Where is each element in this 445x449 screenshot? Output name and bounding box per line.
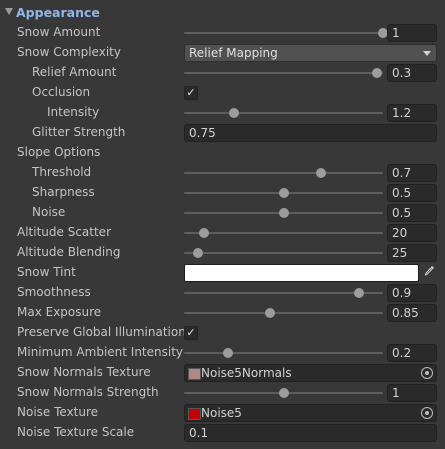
glitter-strength-input[interactable]: 0.75 bbox=[184, 124, 437, 142]
field-label: Snow Tint bbox=[17, 265, 76, 279]
texture-thumbnail bbox=[188, 408, 201, 420]
slider-track[interactable] bbox=[184, 32, 383, 34]
row-snow-normals-texture: Snow Normals Texture Noise5Normals bbox=[0, 363, 445, 383]
snow-amount-input[interactable]: 1 bbox=[387, 24, 437, 42]
slider-thumb[interactable] bbox=[192, 248, 203, 258]
slider-thumb[interactable] bbox=[198, 228, 209, 238]
foldout-arrow-icon[interactable] bbox=[5, 8, 13, 15]
row-snow-amount: Snow Amount 1 bbox=[0, 23, 445, 43]
threshold-input[interactable]: 0.7 bbox=[387, 164, 437, 182]
row-slope-options: Slope Options bbox=[0, 143, 445, 163]
chevron-down-icon bbox=[423, 51, 431, 56]
slider-thumb[interactable] bbox=[372, 68, 383, 78]
altitude-scatter-input[interactable]: 20 bbox=[387, 224, 437, 242]
slider-thumb[interactable] bbox=[222, 348, 233, 358]
slider-thumb[interactable] bbox=[278, 208, 289, 218]
row-noise: Noise 0.5 bbox=[0, 203, 445, 223]
snow-tint-color-field[interactable] bbox=[184, 264, 419, 282]
row-intensity: Intensity 1.2 bbox=[0, 103, 445, 123]
slider-track[interactable] bbox=[184, 72, 383, 74]
field-label: Preserve Global Illumination bbox=[17, 325, 186, 339]
field-label: Minimum Ambient Intensity bbox=[17, 345, 184, 359]
field-label: Occlusion bbox=[32, 85, 91, 99]
dropdown-value: Relief Mapping bbox=[189, 46, 278, 60]
section-title: Appearance bbox=[16, 5, 100, 20]
field-label: Snow Normals Texture bbox=[17, 365, 151, 379]
row-snow-tint: Snow Tint bbox=[0, 263, 445, 283]
row-altitude-scatter: Altitude Scatter 20 bbox=[0, 223, 445, 243]
snow-normals-strength-input[interactable]: 1 bbox=[387, 384, 437, 402]
slider-track[interactable] bbox=[184, 352, 383, 354]
eyedropper-icon[interactable] bbox=[421, 264, 437, 282]
row-max-exposure: Max Exposure 0.85 bbox=[0, 303, 445, 323]
slider-track[interactable] bbox=[184, 112, 383, 114]
texture-thumbnail bbox=[188, 368, 201, 380]
field-label: Relief Amount bbox=[32, 65, 117, 79]
slider-track[interactable] bbox=[184, 312, 383, 314]
field-label: Snow Complexity bbox=[17, 45, 121, 59]
occlusion-checkbox[interactable]: ✓ bbox=[184, 86, 198, 100]
noise-texture-scale-input[interactable]: 0.1 bbox=[184, 424, 437, 442]
relief-amount-input[interactable]: 0.3 bbox=[387, 64, 437, 82]
field-label: Sharpness bbox=[32, 185, 95, 199]
row-min-ambient: Minimum Ambient Intensity 0.2 bbox=[0, 343, 445, 363]
row-glitter-strength: Glitter Strength 0.75 bbox=[0, 123, 445, 143]
min-ambient-input[interactable]: 0.2 bbox=[387, 344, 437, 362]
field-label: Noise bbox=[32, 205, 66, 219]
field-label: Smoothness bbox=[17, 285, 91, 299]
object-picker-icon[interactable] bbox=[421, 407, 433, 419]
max-exposure-input[interactable]: 0.85 bbox=[387, 304, 437, 322]
slider-thumb[interactable] bbox=[264, 308, 275, 318]
slider-thumb[interactable] bbox=[354, 288, 365, 298]
smoothness-input[interactable]: 0.9 bbox=[387, 284, 437, 302]
row-preserve-gi: Preserve Global Illumination ✓ bbox=[0, 323, 445, 343]
section-header-appearance[interactable]: Appearance bbox=[0, 3, 445, 23]
field-label: Altitude Scatter bbox=[17, 225, 112, 239]
snow-complexity-dropdown[interactable]: Relief Mapping bbox=[184, 44, 437, 62]
slider-track[interactable] bbox=[184, 252, 383, 254]
slider-track[interactable] bbox=[184, 232, 383, 234]
field-label: Threshold bbox=[32, 165, 92, 179]
field-label: Noise Texture bbox=[17, 405, 99, 419]
field-label: Altitude Blending bbox=[17, 245, 121, 259]
field-label: Max Exposure bbox=[17, 305, 102, 319]
sharpness-input[interactable]: 0.5 bbox=[387, 184, 437, 202]
noise-input[interactable]: 0.5 bbox=[387, 204, 437, 222]
slider-track[interactable] bbox=[184, 172, 383, 174]
field-label: Intensity bbox=[47, 105, 100, 119]
row-occlusion: Occlusion ✓ bbox=[0, 83, 445, 103]
row-relief-amount: Relief Amount 0.3 bbox=[0, 63, 445, 83]
inspector-panel: Appearance Snow Amount 1 Snow Complexity… bbox=[0, 0, 445, 449]
group-label: Slope Options bbox=[17, 145, 101, 159]
snow-normals-texture-field[interactable]: Noise5Normals bbox=[184, 364, 437, 382]
row-sharpness: Sharpness 0.5 bbox=[0, 183, 445, 203]
intensity-input[interactable]: 1.2 bbox=[387, 104, 437, 122]
slider-thumb[interactable] bbox=[316, 168, 327, 178]
slider-thumb[interactable] bbox=[228, 108, 239, 118]
object-picker-icon[interactable] bbox=[421, 367, 433, 379]
slider-thumb[interactable] bbox=[278, 188, 289, 198]
slider-thumb[interactable] bbox=[278, 388, 289, 398]
object-name: Noise5Normals bbox=[201, 366, 292, 380]
object-name: Noise5 bbox=[201, 406, 242, 420]
field-label: Snow Normals Strength bbox=[17, 385, 159, 399]
field-label: Snow Amount bbox=[17, 25, 101, 39]
field-label: Noise Texture Scale bbox=[17, 425, 135, 439]
noise-texture-field[interactable]: Noise5 bbox=[184, 404, 437, 422]
row-noise-texture: Noise Texture Noise5 bbox=[0, 403, 445, 423]
row-snow-complexity: Snow Complexity Relief Mapping bbox=[0, 43, 445, 63]
row-threshold: Threshold 0.7 bbox=[0, 163, 445, 183]
altitude-blending-input[interactable]: 25 bbox=[387, 244, 437, 262]
preserve-gi-checkbox[interactable]: ✓ bbox=[184, 326, 198, 340]
field-label: Glitter Strength bbox=[32, 125, 126, 139]
row-noise-texture-scale: Noise Texture Scale 0.1 bbox=[0, 423, 445, 443]
row-altitude-blending: Altitude Blending 25 bbox=[0, 243, 445, 263]
row-snow-normals-strength: Snow Normals Strength 1 bbox=[0, 383, 445, 403]
row-smoothness: Smoothness 0.9 bbox=[0, 283, 445, 303]
